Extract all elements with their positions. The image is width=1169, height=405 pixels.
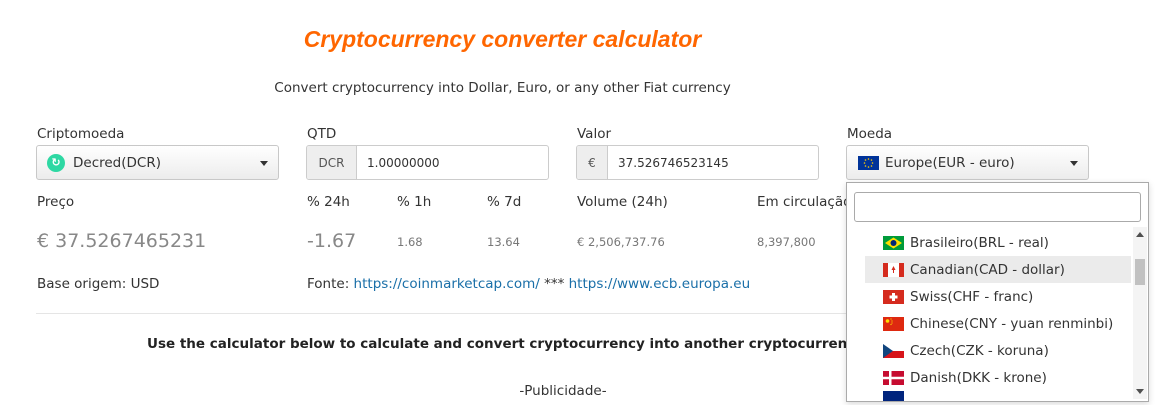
dk-flag-icon	[883, 370, 904, 385]
scrollbar-thumb[interactable]	[1135, 259, 1145, 285]
coinmarketcap-link[interactable]: https://coinmarketcap.com/	[354, 276, 540, 292]
currency-option-label: Chinese(CNY - yuan renminbi)	[910, 315, 1114, 332]
currency-option-dkk[interactable]: Danish(DKK - krone)	[865, 364, 1131, 391]
dropdown-scrollbar[interactable]	[1133, 227, 1147, 399]
qtd-input[interactable]: 1.00000000	[357, 146, 548, 179]
flag-icon	[883, 391, 904, 401]
source-line: Fonte: https://coinmarketcap.com/ *** ht…	[307, 276, 750, 292]
decred-icon: ↻	[47, 153, 65, 172]
currency-option-cny[interactable]: Chinese(CNY - yuan renminbi)	[865, 310, 1131, 337]
change-24h-label: % 24h	[307, 194, 350, 210]
source-label: Fonte:	[307, 276, 350, 292]
qtd-label: QTD	[307, 126, 337, 142]
valor-label: Valor	[577, 126, 612, 142]
circulation-value: 8,397,800	[757, 235, 816, 249]
circulation-label: Em circulação	[757, 194, 852, 210]
valor-addon: €	[577, 146, 608, 179]
ecb-link[interactable]: https://www.ecb.europa.eu	[569, 276, 751, 292]
page-title: Cryptocurrency converter calculator	[303, 26, 702, 52]
chevron-down-icon	[260, 160, 268, 166]
currency-option-partial	[865, 391, 1131, 401]
currency-option-czk[interactable]: Czech(CZK - koruna)	[865, 337, 1131, 364]
chevron-down-icon	[1070, 160, 1078, 166]
volume-label: Volume (24h)	[577, 194, 668, 210]
valor-input-group: € 37.526746523145	[576, 145, 819, 180]
currency-option-label: Danish(DKK - krone)	[910, 369, 1047, 386]
preco-label: Preço	[37, 194, 75, 210]
preco-value: € 37.5267465231	[37, 230, 207, 252]
currency-option-label: Canadian(CAD - dollar)	[910, 261, 1065, 278]
currency-option-chf[interactable]: Swiss(CHF - franc)	[865, 283, 1131, 310]
change-7d-value: 13.64	[487, 235, 520, 249]
currency-option-brl[interactable]: Brasileiro(BRL - real)	[865, 229, 1131, 256]
br-flag-icon	[883, 235, 904, 250]
ch-flag-icon	[883, 289, 904, 304]
crypto-select[interactable]: ↻ Decred(DCR)	[36, 145, 279, 180]
qtd-addon: DCR	[307, 146, 357, 179]
base-origin-text: Base origem: USD	[37, 276, 160, 292]
eu-flag-icon	[858, 155, 879, 170]
currency-search-input[interactable]	[854, 192, 1141, 222]
change-24h-value: -1.67	[307, 230, 357, 252]
change-1h-label: % 1h	[397, 194, 432, 210]
valor-input[interactable]: 37.526746523145	[608, 146, 818, 179]
crypto-select-value: Decred(DCR)	[73, 154, 161, 171]
currency-option-label: Swiss(CHF - franc)	[910, 288, 1034, 305]
change-1h-value: 1.68	[397, 235, 423, 249]
qtd-input-group: DCR 1.00000000	[306, 145, 549, 180]
cn-flag-icon	[883, 316, 904, 331]
crypto-label: Criptomoeda	[37, 126, 125, 142]
moeda-select-value: Europe(EUR - euro)	[885, 154, 1015, 171]
moeda-select[interactable]: Europe(EUR - euro)	[846, 145, 1089, 180]
scroll-down-icon[interactable]	[1136, 389, 1144, 394]
change-7d-label: % 7d	[487, 194, 522, 210]
page-subtitle: Convert cryptocurrency into Dollar, Euro…	[274, 80, 731, 96]
volume-value: € 2,506,737.76	[577, 235, 665, 249]
cz-flag-icon	[883, 343, 904, 358]
ca-flag-icon	[883, 262, 904, 277]
currency-option-label: Brasileiro(BRL - real)	[910, 234, 1049, 251]
currency-dropdown: Brasileiro(BRL - real) Canadian(CAD - do…	[846, 182, 1149, 402]
moeda-label: Moeda	[847, 126, 893, 142]
currency-option-label: Czech(CZK - koruna)	[910, 342, 1049, 359]
source-separator: ***	[544, 276, 565, 292]
calculator-instruction: Use the calculator below to calculate an…	[147, 336, 847, 352]
scroll-up-icon[interactable]	[1136, 232, 1144, 237]
currency-option-cad[interactable]: Canadian(CAD - dollar)	[865, 256, 1131, 283]
